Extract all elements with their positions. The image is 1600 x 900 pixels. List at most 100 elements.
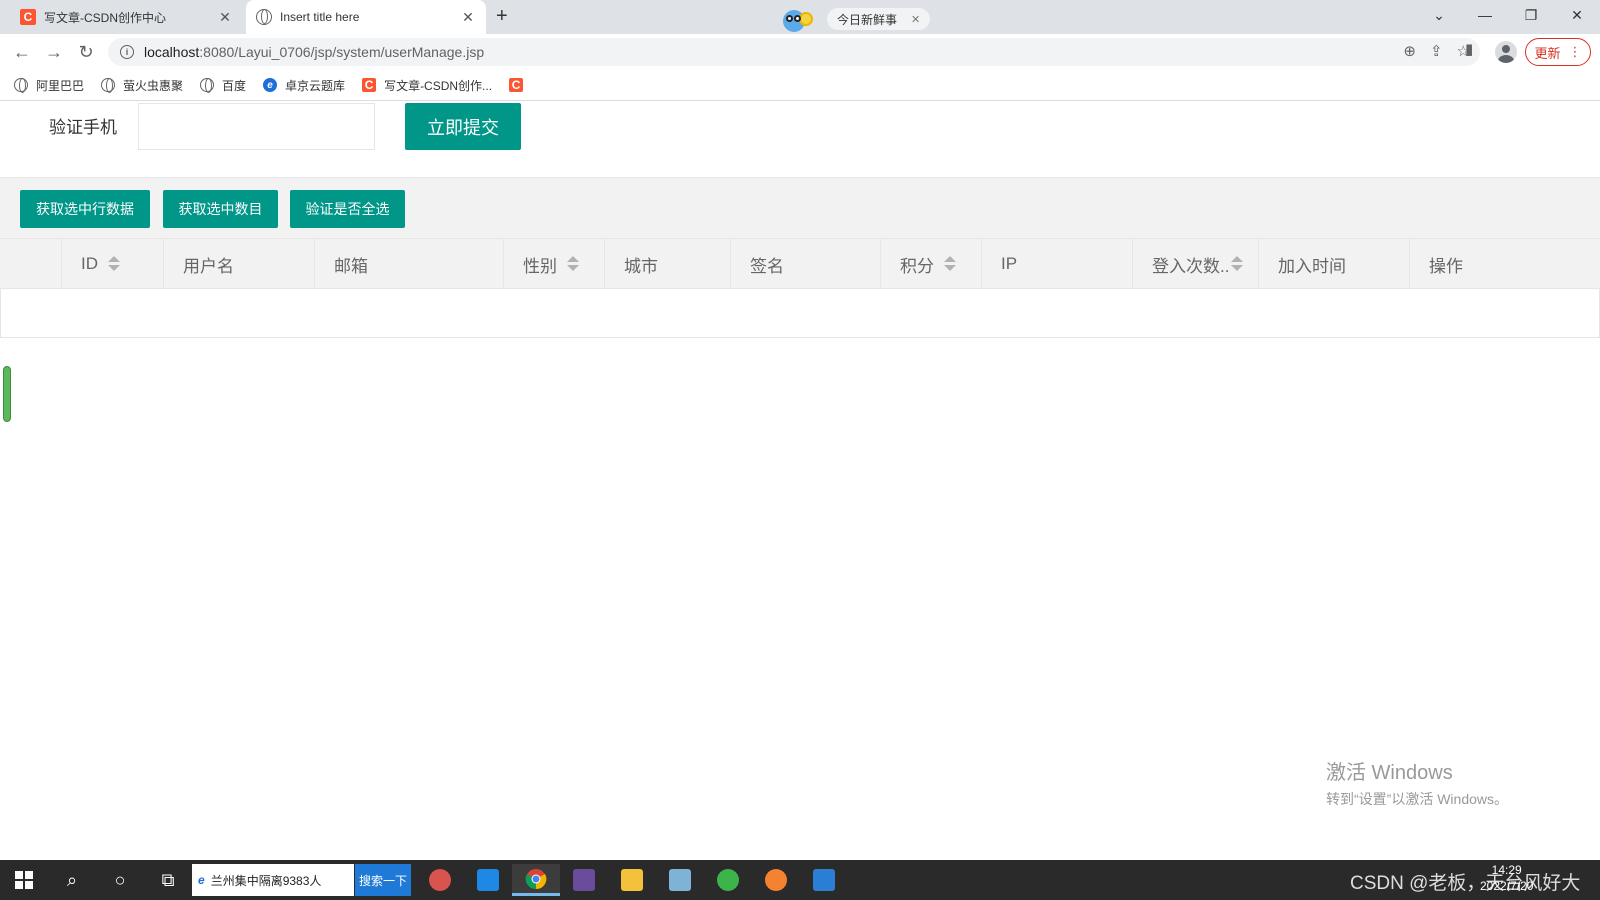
column-username[interactable]: 用户名 — [164, 239, 315, 289]
chrome-icon[interactable] — [512, 864, 560, 896]
csdn-icon: C — [20, 9, 36, 25]
ie-icon: e — [263, 78, 278, 92]
bookmark-csdn[interactable]: C 写文章-CSDN创作... — [362, 77, 492, 94]
taskbar-search-input[interactable]: e 兰州集中隔离9383人 — [192, 864, 354, 896]
checkbox-column[interactable] — [0, 239, 62, 289]
table-body-empty — [0, 289, 1600, 338]
column-label: 签名 — [750, 256, 784, 276]
bookmark-zhuojing[interactable]: e 卓京云题库 — [263, 77, 345, 94]
column-label: 积分 — [900, 256, 934, 276]
csdn-icon: C — [362, 78, 377, 92]
phone-input[interactable] — [138, 103, 375, 150]
submit-button[interactable]: 立即提交 — [405, 103, 521, 150]
news-pill[interactable]: 今日新鲜事 ✕ — [827, 8, 931, 30]
green-app-icon[interactable] — [704, 864, 752, 896]
share-icon[interactable]: ⇪ — [1430, 42, 1443, 60]
column-join-time[interactable]: 加入时间 — [1259, 239, 1410, 289]
globe-icon — [200, 78, 215, 93]
csdn-icon: C — [509, 78, 524, 92]
file-explorer-icon[interactable] — [608, 864, 656, 896]
get-checked-rows-button[interactable]: 获取选中行数据 — [20, 190, 150, 228]
column-id[interactable]: ID — [62, 239, 164, 289]
bookmark-label: 卓京云题库 — [285, 78, 346, 93]
close-icon[interactable]: ✕ — [217, 9, 233, 26]
tab-title: Insert title here — [280, 10, 360, 24]
update-button[interactable]: 更新 ⋮ — [1525, 38, 1591, 66]
window-close-icon[interactable]: ✕ — [1554, 0, 1600, 30]
system-clock[interactable]: 14:29 2022/7/20 — [1480, 862, 1533, 894]
clock-date: 2022/7/20 — [1480, 879, 1534, 893]
browser-tabstrip: C 写文章-CSDN创作中心 ✕ Insert title here ✕ + 今… — [0, 0, 1600, 34]
column-ip[interactable]: IP — [982, 239, 1133, 289]
phone-label: 验证手机 — [49, 118, 117, 137]
url-host: localhost — [144, 44, 200, 60]
minimize-icon[interactable]: — — [1462, 0, 1508, 30]
side-scroll-handle[interactable] — [3, 366, 11, 422]
windows-taskbar: ⌕ ○ ⧉ e 兰州集中隔离9383人 搜索一下 CSDN @老板，天台风好大 … — [0, 860, 1600, 900]
sort-icon[interactable] — [1231, 256, 1244, 272]
restore-icon[interactable]: ❐ — [1508, 0, 1554, 30]
reload-icon[interactable]: ↻ — [74, 40, 98, 64]
paint-app-icon[interactable] — [416, 864, 464, 896]
tab-search-icon[interactable]: ⌄ — [1416, 0, 1462, 30]
column-label: ID — [81, 254, 98, 273]
bookmark-baidu[interactable]: 百度 — [200, 77, 246, 94]
bookmark-alibaba[interactable]: 阿里巴巴 — [14, 77, 84, 94]
url-path: :8080/Layui_0706/jsp/system/userManage.j… — [199, 44, 485, 60]
info-icon[interactable]: i — [120, 45, 134, 59]
column-email[interactable]: 邮箱 — [315, 239, 504, 289]
notepad-app-icon[interactable] — [656, 864, 704, 896]
forward-arrow-icon[interactable]: → — [42, 40, 66, 64]
feishu-app-icon[interactable] — [464, 864, 512, 896]
get-checked-count-button[interactable]: 获取选中数目 — [163, 190, 278, 228]
tab-insert-title[interactable]: Insert title here ✕ — [246, 0, 486, 34]
bookmark-firefly[interactable]: 萤火虫惠聚 — [101, 77, 183, 94]
windows-start-icon[interactable] — [0, 864, 48, 896]
column-label: IP — [1001, 254, 1018, 273]
more-menu-icon[interactable]: ⋮ — [1569, 44, 1582, 60]
phone-form: 验证手机 立即提交 — [0, 101, 1600, 173]
column-score[interactable]: 积分 — [881, 239, 982, 289]
bookmark-label: 写文章-CSDN创作... — [384, 78, 493, 93]
zoom-icon[interactable]: ⊕ — [1403, 42, 1416, 60]
bookmark-label: 萤火虫惠聚 — [123, 78, 184, 93]
side-panel-icon[interactable]: ▮ — [1465, 40, 1473, 58]
taskbar-search-button[interactable]: 搜索一下 — [355, 864, 411, 896]
colorful-app-icon[interactable] — [752, 864, 800, 896]
address-bar[interactable]: i localhost:8080/Layui_0706/jsp/system/u… — [108, 38, 1480, 66]
column-gender[interactable]: 性别 — [504, 239, 605, 289]
check-all-button[interactable]: 验证是否全选 — [290, 190, 405, 228]
sort-icon[interactable] — [567, 256, 579, 272]
ie-icon: e — [198, 873, 205, 887]
bird-mascot-icon — [783, 6, 825, 32]
profile-icon[interactable] — [1495, 41, 1517, 63]
column-city[interactable]: 城市 — [605, 239, 731, 289]
column-label: 性别 — [523, 256, 557, 276]
column-label: 加入时间 — [1278, 256, 1346, 276]
search-icon[interactable]: ⌕ — [48, 864, 96, 896]
video-app-icon[interactable] — [800, 864, 848, 896]
column-login-count[interactable]: 登入次数.. — [1133, 239, 1259, 289]
task-view-icon[interactable]: ⧉ — [144, 864, 192, 896]
column-label: 城市 — [624, 256, 658, 276]
tab-csdn[interactable]: C 写文章-CSDN创作中心 ✕ — [10, 0, 243, 34]
tab-title: 写文章-CSDN创作中心 — [44, 10, 166, 25]
sort-icon[interactable] — [944, 256, 956, 272]
column-actions[interactable]: 操作 — [1410, 239, 1600, 289]
tray-text: CSDN @老板，天台风好大 — [1350, 873, 1581, 894]
game-app-icon[interactable] — [560, 864, 608, 896]
page-content: 验证手机 立即提交 获取选中行数据 获取选中数目 验证是否全选 ID 用户名 邮… — [0, 101, 1600, 860]
taskbar-search-text: 兰州集中隔离9383人 — [210, 873, 322, 888]
ad-widget[interactable]: 今日新鲜事 ✕ — [783, 6, 931, 32]
globe-icon — [101, 78, 116, 93]
bookmark-csdn-2[interactable]: C — [509, 78, 531, 92]
column-sign[interactable]: 签名 — [731, 239, 881, 289]
new-tab-button[interactable]: + — [496, 5, 508, 28]
watermark-subtitle: 转到“设置”以激活 Windows。 — [1326, 791, 1509, 807]
close-icon[interactable]: ✕ — [911, 13, 920, 26]
cortana-icon[interactable]: ○ — [96, 864, 144, 896]
sort-icon[interactable] — [108, 256, 120, 272]
bookmarks-bar: 阿里巴巴 萤火虫惠聚 百度 e 卓京云题库 C 写文章-CSDN创作... C — [0, 70, 1600, 101]
close-icon[interactable]: ✕ — [460, 9, 476, 26]
back-arrow-icon[interactable]: ← — [10, 40, 34, 64]
